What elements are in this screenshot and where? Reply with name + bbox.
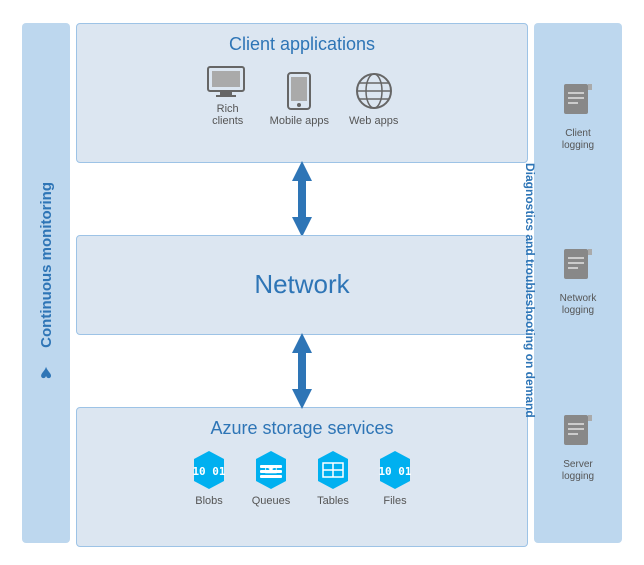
client-apps-icons: Richclients Mobile apps: [206, 65, 399, 127]
left-sidebar: ♥ Continuous monitoring: [22, 23, 70, 543]
files-label: Files: [383, 495, 406, 507]
diagram-container: ♥ Continuous monitoring Client applicati…: [12, 13, 632, 553]
mobile-apps-item: Mobile apps: [270, 71, 329, 127]
queues-icon: ✉: [250, 449, 292, 491]
network-logging-item: Networklogging: [548, 247, 608, 317]
queues-item: ✉ Queues: [250, 449, 292, 507]
server-logging-icon: [560, 413, 596, 455]
mobile-apps-label: Mobile apps: [270, 115, 329, 127]
vertical-arrow-2: [76, 341, 528, 401]
main-content: Client applications Richclients: [76, 23, 528, 543]
network-logging-label: Networklogging: [560, 293, 597, 317]
vertical-arrow: [76, 169, 528, 229]
right-sidebar: Clientlogging Networklogging S: [534, 23, 622, 543]
blobs-item: 10 01 Blobs: [188, 449, 230, 507]
network-logging-icon: [560, 247, 596, 289]
queues-label: Queues: [252, 495, 291, 507]
storage-panel: Azure storage services 10 01 Blobs: [76, 407, 528, 547]
tables-label: Tables: [317, 495, 349, 507]
tables-item: Tables: [312, 449, 354, 507]
network-panel: Network: [76, 235, 528, 335]
client-apps-panel: Client applications Richclients: [76, 23, 528, 163]
server-logging-label: Serverlogging: [562, 459, 594, 483]
svg-text:10 01: 10 01: [192, 465, 225, 478]
diagnostics-label: Diagnostics and troubleshooting on deman…: [521, 163, 539, 403]
tables-icon: [312, 449, 354, 491]
blobs-label: Blobs: [195, 495, 223, 507]
continuous-monitoring-label: ♥ Continuous monitoring: [35, 182, 58, 384]
storage-title: Azure storage services: [87, 418, 517, 439]
rich-clients-icon: [206, 65, 250, 99]
rich-clients-label: Richclients: [212, 103, 243, 127]
client-apps-title: Client applications: [87, 34, 517, 55]
heart-icon: ♥: [35, 361, 58, 383]
network-title: Network: [254, 269, 349, 300]
client-logging-icon: [560, 82, 596, 124]
blobs-icon: 10 01: [188, 449, 230, 491]
client-logging-label: Clientlogging: [562, 128, 594, 152]
svg-text:10 01: 10 01: [378, 465, 411, 478]
client-logging-item: Clientlogging: [548, 82, 608, 152]
web-apps-label: Web apps: [349, 115, 398, 127]
server-logging-item: Serverlogging: [548, 413, 608, 483]
svg-text:✉: ✉: [264, 462, 277, 479]
web-apps-item: Web apps: [349, 71, 398, 127]
files-icon: 10 01: [374, 449, 416, 491]
storage-icons: 10 01 Blobs ✉ Queues: [188, 449, 416, 507]
web-apps-icon: [354, 71, 394, 111]
files-item: 10 01 Files: [374, 449, 416, 507]
mobile-apps-icon: [286, 71, 312, 111]
rich-clients-item: Richclients: [206, 65, 250, 127]
